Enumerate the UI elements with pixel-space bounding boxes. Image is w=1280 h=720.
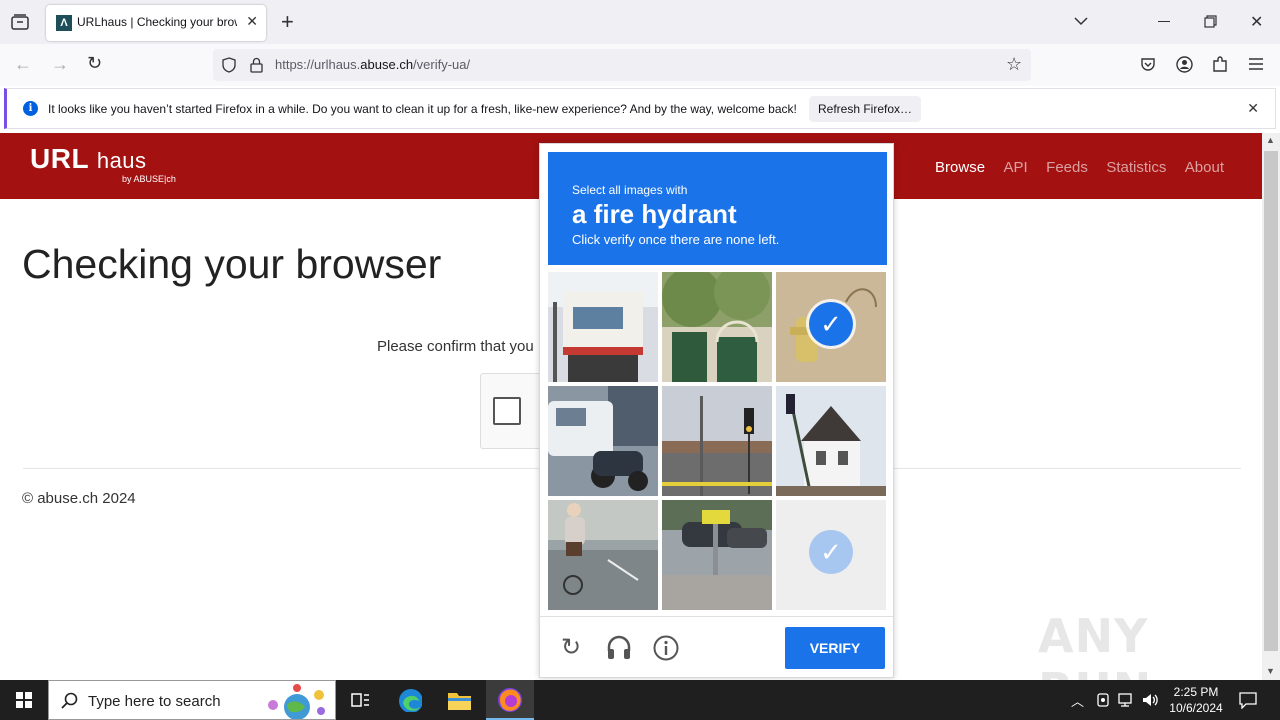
urlhaus-favicon: Λ	[56, 15, 72, 31]
green-gate-image	[662, 272, 772, 382]
page-title: Checking your browser	[22, 241, 442, 287]
verify-button[interactable]: VERIFY	[785, 627, 885, 669]
anyrun-watermark: ANY RUN	[1038, 609, 1151, 680]
close-notification-icon[interactable]: ✕	[1247, 100, 1259, 117]
firefox-taskbar-button[interactable]	[486, 680, 534, 720]
notification-message: It looks like you haven’t started Firefo…	[48, 102, 797, 116]
tab-bar: Λ URLhaus | Checking your browser ✕ + ✕	[0, 0, 1280, 44]
captcha-challenge: Select all images with a fire hydrant Cl…	[539, 143, 894, 678]
cyclist-image	[548, 500, 658, 610]
info-icon: i	[23, 101, 38, 116]
active-tab[interactable]: Λ URLhaus | Checking your browser ✕	[46, 5, 266, 41]
hamburger-menu-icon[interactable]	[1249, 58, 1263, 70]
task-view-icon[interactable]	[348, 688, 372, 712]
selected-check-icon: ✓	[809, 302, 853, 346]
logo-byline: by ABUSE|ch	[122, 174, 176, 184]
confirm-text: Please confirm that you	[377, 338, 534, 355]
reload-icon[interactable]: ↻	[87, 53, 102, 74]
search-placeholder: Type here to search	[88, 693, 221, 710]
edge-icon[interactable]	[398, 688, 422, 712]
network-device-icon[interactable]	[1096, 692, 1110, 708]
close-window-icon[interactable]: ✕	[1250, 12, 1263, 32]
file-explorer-icon[interactable]	[447, 688, 471, 712]
scroll-up-icon[interactable]: ▲	[1266, 135, 1275, 145]
extensions-icon[interactable]	[1212, 56, 1228, 73]
pocket-icon[interactable]	[1140, 57, 1156, 73]
shield-icon[interactable]	[222, 57, 236, 73]
new-tab-icon[interactable]: +	[281, 9, 294, 35]
close-tab-icon[interactable]: ✕	[246, 13, 258, 30]
windows-start-icon[interactable]	[0, 680, 48, 720]
prompt-line-3: Click verify once there are none left.	[572, 232, 780, 247]
account-icon[interactable]	[1176, 56, 1193, 73]
captcha-tile-street-storefront[interactable]	[548, 272, 658, 382]
captcha-tile-van-scooter[interactable]	[548, 386, 658, 496]
captcha-tile-street-sign-cars[interactable]	[662, 500, 772, 610]
system-clock[interactable]: 2:25 PM 10/6/2024	[1168, 684, 1224, 716]
clock-time: 2:25 PM	[1173, 685, 1219, 699]
firefox-icon	[498, 688, 522, 712]
captcha-tile-cyclist-street[interactable]	[548, 500, 658, 610]
nav-statistics[interactable]: Statistics	[1106, 159, 1166, 176]
network-icon[interactable]	[1118, 693, 1136, 707]
captcha-tile-traffic-light-intersection[interactable]	[662, 386, 772, 496]
tab-title: URLhaus | Checking your browser	[77, 15, 237, 29]
address-bar[interactable]: https://urlhaus.abuse.ch/verify-ua/ ☆	[213, 49, 1031, 81]
bookmark-star-icon[interactable]: ☆	[1006, 54, 1022, 75]
hcaptcha-checkbox[interactable]	[493, 397, 521, 425]
clock-date: 10/6/2024	[1169, 701, 1223, 715]
scroll-down-icon[interactable]: ▼	[1266, 666, 1275, 676]
intersection-image	[662, 386, 772, 496]
info-icon[interactable]	[653, 635, 679, 661]
url-text: https://urlhaus.abuse.ch/verify-ua/	[275, 57, 471, 72]
image-grid: ✓ ✓	[548, 272, 887, 611]
selected-check-icon: ✓	[809, 530, 853, 574]
captcha-tile-fading-selected[interactable]: ✓	[776, 500, 886, 610]
van-scooter-image	[548, 386, 658, 496]
captcha-footer: ↻ VERIFY	[540, 616, 893, 678]
lock-icon[interactable]	[250, 57, 263, 73]
search-highlight-icon	[268, 684, 325, 719]
restore-icon[interactable]	[1204, 15, 1217, 28]
windows-taskbar: Type here to search ︿ 2:25 PM 10/6/2024	[0, 680, 1280, 720]
street-sign-image	[662, 500, 772, 610]
captcha-prompt: Select all images with a fire hydrant Cl…	[548, 152, 887, 265]
site-nav: Browse API Feeds Statistics About	[921, 159, 1224, 177]
prompt-line-1: Select all images with	[572, 183, 688, 197]
tab-list-icon[interactable]	[11, 14, 29, 30]
refresh-challenge-icon[interactable]: ↻	[557, 634, 585, 662]
captcha-tile-hydrant-dry-grass[interactable]: ✓	[776, 272, 886, 382]
taskbar-search-box[interactable]: Type here to search	[48, 680, 336, 720]
navigation-bar: ← → ↻ https://urlhaus.abuse.ch/verify-ua…	[0, 44, 1280, 86]
footer-copyright: © abuse.ch 2024	[22, 490, 136, 507]
audio-challenge-icon[interactable]	[606, 635, 632, 661]
captcha-tile-white-house-traffic-light[interactable]	[776, 386, 886, 496]
scrollbar-thumb[interactable]	[1264, 151, 1278, 651]
captcha-tile-green-gate[interactable]	[662, 272, 772, 382]
prompt-target: a fire hydrant	[572, 199, 737, 229]
minimize-icon[interactable]	[1158, 21, 1170, 22]
nav-api[interactable]: API	[1004, 159, 1028, 176]
nav-about[interactable]: About	[1185, 159, 1224, 176]
show-hidden-icons[interactable]: ︿	[1071, 691, 1084, 710]
forward-icon[interactable]: →	[51, 54, 69, 75]
white-house-image	[776, 386, 886, 496]
storefront-image	[548, 272, 658, 382]
urlhaus-logo[interactable]: URL haus	[30, 143, 147, 175]
search-icon	[61, 692, 78, 709]
back-icon[interactable]: ←	[14, 54, 32, 75]
refresh-firefox-notification: i It looks like you haven’t started Fire…	[4, 88, 1276, 129]
volume-icon[interactable]	[1142, 692, 1160, 708]
vertical-scrollbar[interactable]: ▲ ▼	[1262, 133, 1280, 680]
chevron-down-icon[interactable]	[1074, 16, 1088, 26]
nav-browse[interactable]: Browse	[935, 159, 985, 176]
notification-center-icon[interactable]	[1239, 691, 1257, 709]
nav-feeds[interactable]: Feeds	[1046, 159, 1088, 176]
refresh-firefox-button[interactable]: Refresh Firefox…	[809, 96, 921, 122]
